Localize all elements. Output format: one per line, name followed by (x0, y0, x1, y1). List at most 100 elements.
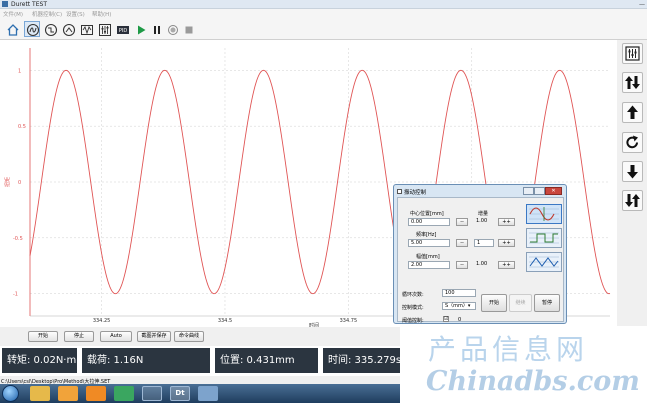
frequency-decrement-button[interactable]: -- (456, 239, 468, 247)
triangle-wave-button[interactable] (526, 252, 562, 272)
browser-icon[interactable] (58, 386, 78, 401)
play-icon (138, 25, 146, 35)
refresh-button[interactable] (622, 132, 643, 153)
dialog-icon (397, 189, 402, 194)
square-wave-icon (529, 232, 559, 244)
y-tick-label: 1 (18, 68, 21, 74)
watermark: 产品信息网 Chinadbs.com (400, 326, 647, 403)
app-y-icon[interactable] (142, 386, 162, 401)
position-readout: 位置: 0.431mm (215, 348, 318, 373)
waveform-icon (81, 25, 93, 35)
amplitude-gain-value: 1.00 (476, 261, 488, 267)
auto-button[interactable]: Auto (100, 331, 132, 342)
pid-icon: PID (117, 26, 129, 34)
amplitude-decrement-button[interactable]: -- (456, 261, 468, 269)
status-bar: 转矩: 0.02N·m 载荷: 1.16N 位置: 0.431mm 时间: 33… (0, 346, 400, 376)
command-curve-button[interactable]: 命令曲线 (174, 331, 204, 342)
mode-3-button[interactable] (60, 21, 76, 37)
menu-machine-control[interactable]: 机器控制(C) (32, 10, 62, 18)
app-circle-icon[interactable] (114, 386, 134, 401)
sliders-button[interactable] (96, 21, 112, 37)
frequency-gain-input[interactable]: 1 (474, 239, 494, 247)
down-button[interactable] (622, 161, 643, 182)
refresh-icon (626, 135, 638, 149)
title-bar: Durett TEST — (0, 0, 647, 9)
control-mode-select[interactable]: S（mm）▾ (442, 302, 476, 310)
triangle-wave-icon (529, 256, 559, 268)
y-axis-label: 扭矩 (4, 177, 11, 187)
durett-icon[interactable]: Dt (170, 386, 190, 401)
dialog-maximize-button[interactable] (534, 187, 545, 195)
fast-up-button[interactable] (622, 72, 643, 93)
menu-settings[interactable]: 设置(S) (66, 10, 85, 18)
home-icon (7, 24, 19, 36)
frequency-input[interactable]: 5.00 (408, 239, 450, 247)
center-gain-value: 1.00 (476, 218, 488, 224)
sine-wave-icon (529, 207, 559, 221)
dialog-close-button[interactable]: ✕ (545, 187, 562, 195)
toolbar: PID (0, 18, 647, 40)
screenshot-save-button[interactable]: 截图并保存 (137, 331, 171, 342)
center-position-input[interactable]: 0.00 (408, 218, 450, 226)
cycle-count-label: 循环次数: (402, 292, 424, 298)
arrow-down-icon (627, 165, 638, 179)
amplitude-label: 幅值[mm] (416, 254, 440, 260)
pid-button[interactable]: PID (114, 21, 130, 37)
screen-icon[interactable] (198, 386, 218, 401)
mode-1-icon (26, 23, 40, 37)
menu-file[interactable]: 文件(M) (3, 10, 23, 18)
start-orb-icon[interactable] (2, 385, 19, 402)
app-icon (2, 1, 8, 7)
settings-button[interactable] (622, 43, 643, 64)
time-readout: 时间: 335.279s (323, 348, 400, 373)
amplitude-input[interactable]: 2.00 (408, 261, 450, 269)
amplitude-increment-button[interactable]: ++ (498, 261, 515, 269)
dialog-start-button[interactable]: 开始 (481, 294, 507, 312)
sliders-icon (99, 24, 111, 36)
up-button[interactable] (622, 102, 643, 123)
frequency-increment-button[interactable]: ++ (498, 239, 515, 247)
record-icon (168, 25, 178, 35)
minimize-button[interactable]: — (639, 1, 645, 8)
folder-icon[interactable] (30, 386, 50, 401)
pause-button[interactable] (148, 21, 164, 37)
fast-down-button[interactable] (622, 190, 643, 211)
vibration-control-dialog: 振动控制 ✕ 中心位置[mm] 增量 0.00 -- 1.00 ++ 频率[Hz… (393, 184, 567, 324)
stop-button-bottom[interactable]: 停止 (64, 331, 94, 342)
pause-icon (154, 26, 160, 34)
dialog-pause-button[interactable]: 暂停 (534, 294, 560, 312)
dialog-window-controls: ✕ (523, 187, 563, 195)
gain-label: 增量 (478, 211, 489, 217)
start-button[interactable]: 开始 (28, 331, 58, 342)
load-readout: 载荷: 1.16N (82, 348, 210, 373)
right-side-panel (617, 40, 647, 327)
sine-wave-button[interactable] (526, 204, 562, 224)
square-wave-button[interactable] (526, 228, 562, 248)
y-tick-label: -0.5 (13, 236, 23, 242)
mode-1-button[interactable] (24, 21, 40, 37)
down-up-arrows-icon (625, 194, 640, 207)
mode-2-button[interactable] (42, 21, 58, 37)
dialog-title: 振动控制 (404, 190, 427, 196)
y-tick-label: 0 (18, 180, 21, 186)
play-button[interactable] (132, 21, 148, 37)
dialog-minimize-button[interactable] (523, 187, 534, 195)
torque-readout: 转矩: 0.02N·m (2, 348, 77, 373)
stop-button[interactable] (180, 21, 196, 37)
threshold-checkbox[interactable]: ☑ (443, 316, 449, 322)
sliders-vertical-icon (625, 46, 640, 61)
center-decrement-button[interactable]: -- (456, 218, 468, 226)
home-button[interactable] (4, 21, 20, 37)
y-tick-label: 0.5 (18, 124, 26, 130)
record-button[interactable] (164, 21, 180, 37)
dialog-continue-button[interactable]: 继续 (509, 294, 532, 312)
media-player-icon[interactable] (86, 386, 106, 401)
cycle-count-input[interactable]: 100 (442, 289, 476, 297)
stop-icon (185, 26, 193, 34)
waveform-button[interactable] (78, 21, 94, 37)
center-increment-button[interactable]: ++ (498, 218, 515, 226)
up-down-arrows-icon (625, 76, 640, 89)
menu-help[interactable]: 帮助(H) (92, 10, 111, 18)
x-tick-label: 334.75 (340, 318, 358, 324)
mode-3-icon (62, 23, 76, 37)
